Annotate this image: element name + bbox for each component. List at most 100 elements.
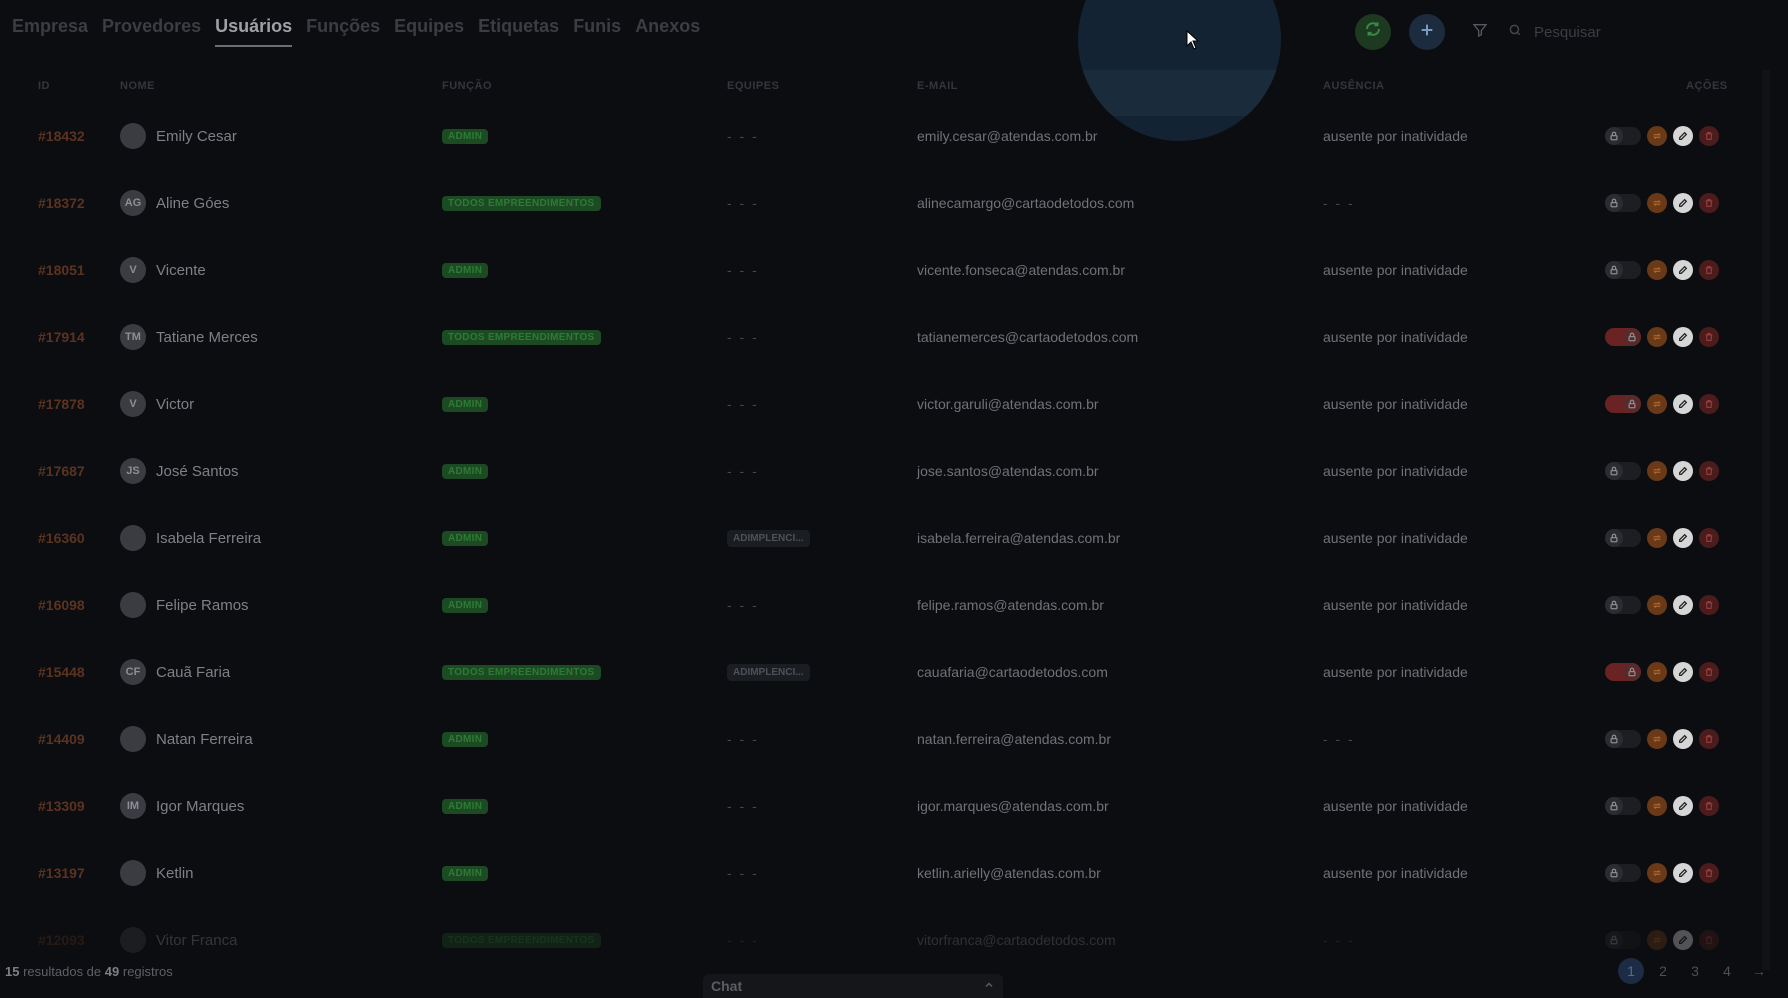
trash-icon[interactable] <box>1699 126 1719 146</box>
transfer-icon[interactable] <box>1647 461 1667 481</box>
tab-5[interactable]: Etiquetas <box>478 14 559 47</box>
lock-icon <box>1605 462 1623 480</box>
trash-icon[interactable] <box>1699 327 1719 347</box>
status-toggle[interactable] <box>1605 864 1641 882</box>
table-row[interactable]: #16360 Isabela Ferreira ADMIN ADIMPLENCI...… <box>0 518 1760 558</box>
transfer-icon[interactable] <box>1647 394 1667 414</box>
status-toggle[interactable] <box>1605 328 1641 346</box>
edit-icon[interactable] <box>1673 729 1693 749</box>
tab-0[interactable]: Empresa <box>12 14 88 47</box>
status-toggle[interactable] <box>1605 596 1641 614</box>
table-row[interactable]: #17878 V Victor ADMIN - - - victor.garuli@ate… <box>0 384 1760 424</box>
edit-icon[interactable] <box>1673 260 1693 280</box>
transfer-icon[interactable] <box>1647 126 1667 146</box>
transfer-icon[interactable] <box>1647 662 1667 682</box>
transfer-icon[interactable] <box>1647 729 1667 749</box>
team-cell: - - - <box>727 853 759 893</box>
user-name: Aline Góes <box>156 194 230 212</box>
transfer-icon[interactable] <box>1647 260 1667 280</box>
page-4[interactable]: 4 <box>1714 958 1740 984</box>
tab-1[interactable]: Provedores <box>102 14 201 47</box>
table-row[interactable]: #13197 Ketlin ADMIN - - - ketlin.arielly@ate… <box>0 853 1760 893</box>
edit-icon[interactable] <box>1673 394 1693 414</box>
status-toggle[interactable] <box>1605 730 1641 748</box>
next-page-arrow-icon[interactable]: → <box>1746 958 1772 984</box>
filter-button[interactable] <box>1465 14 1495 50</box>
status-toggle[interactable] <box>1605 261 1641 279</box>
table-row[interactable]: #14409 Natan Ferreira ADMIN - - - natan.ferr… <box>0 719 1760 759</box>
user-email: tatianemerces@cartaodetodos.com <box>917 329 1139 345</box>
add-user-button[interactable] <box>1409 14 1445 50</box>
edit-icon[interactable] <box>1673 461 1693 481</box>
role-badge: TODOS EMPREENDIMENTOS <box>442 329 601 345</box>
row-actions <box>1605 183 1719 223</box>
table-row[interactable]: #16098 Felipe Ramos ADMIN - - - felipe.ramos… <box>0 585 1760 625</box>
tab-6[interactable]: Funis <box>573 14 621 47</box>
col-role: FUNÇÃO <box>442 80 493 92</box>
status-toggle[interactable] <box>1605 127 1641 145</box>
edit-icon[interactable] <box>1673 193 1693 213</box>
page-1[interactable]: 1 <box>1618 958 1644 984</box>
transfer-icon[interactable] <box>1647 863 1667 883</box>
transfer-icon[interactable] <box>1647 796 1667 816</box>
status-toggle[interactable] <box>1605 797 1641 815</box>
team-cell: - - - <box>727 116 759 156</box>
trash-icon[interactable] <box>1699 729 1719 749</box>
transfer-icon[interactable] <box>1647 930 1667 950</box>
table-row[interactable]: #18372 AG Aline Góes TODOS EMPREENDIMENTOS -… <box>0 183 1760 223</box>
transfer-icon[interactable] <box>1647 528 1667 548</box>
user-name: Natan Ferreira <box>156 730 253 748</box>
edit-icon[interactable] <box>1673 930 1693 950</box>
col-absence: AUSÊNCIA <box>1323 80 1385 92</box>
table-row[interactable]: #13309 IM Igor Marques ADMIN - - - igor.marqu… <box>0 786 1760 826</box>
trash-icon[interactable] <box>1699 260 1719 280</box>
trash-icon[interactable] <box>1699 662 1719 682</box>
trash-icon[interactable] <box>1699 461 1719 481</box>
lock-icon <box>1623 395 1641 413</box>
table-row[interactable]: #18051 V Vicente ADMIN - - - vicente.fonseca@… <box>0 250 1760 290</box>
table-row[interactable]: #17687 JS José Santos ADMIN - - - jose.santos… <box>0 451 1760 491</box>
status-toggle[interactable] <box>1605 663 1641 681</box>
edit-icon[interactable] <box>1673 662 1693 682</box>
search-input[interactable] <box>1532 22 1736 42</box>
tab-4[interactable]: Equipes <box>394 14 464 47</box>
table-row[interactable]: #15448 CF Cauã Faria TODOS EMPREENDIMENTOS A… <box>0 652 1760 692</box>
table-row[interactable]: #17914 TM Tatiane Merces TODOS EMPREENDIMEN… <box>0 317 1760 357</box>
edit-icon[interactable] <box>1673 528 1693 548</box>
user-absence: - - - <box>1323 932 1355 948</box>
table-row[interactable]: #18432 Emily Cesar ADMIN - - - emily.cesar@a… <box>0 116 1760 156</box>
trash-icon[interactable] <box>1699 863 1719 883</box>
edit-icon[interactable] <box>1673 863 1693 883</box>
transfer-icon[interactable] <box>1647 327 1667 347</box>
status-toggle[interactable] <box>1605 462 1641 480</box>
status-toggle[interactable] <box>1605 529 1641 547</box>
row-actions <box>1605 920 1719 960</box>
edit-icon[interactable] <box>1673 595 1693 615</box>
transfer-icon[interactable] <box>1647 595 1667 615</box>
trash-icon[interactable] <box>1699 394 1719 414</box>
team-cell: ADIMPLENCI... <box>727 652 810 692</box>
transfer-icon[interactable] <box>1647 193 1667 213</box>
status-toggle[interactable] <box>1605 931 1641 949</box>
chat-panel-toggle[interactable]: Chat <box>703 974 1003 998</box>
tab-7[interactable]: Anexos <box>635 14 700 47</box>
trash-icon[interactable] <box>1699 193 1719 213</box>
edit-icon[interactable] <box>1673 327 1693 347</box>
table-row[interactable]: #12093 Vitor Franca TODOS EMPREENDIMENTOS -… <box>0 920 1760 960</box>
page-2[interactable]: 2 <box>1650 958 1676 984</box>
trash-icon[interactable] <box>1699 796 1719 816</box>
trash-icon[interactable] <box>1699 595 1719 615</box>
tab-2[interactable]: Usuários <box>215 14 293 47</box>
team-cell: ADIMPLENCI... <box>727 518 810 558</box>
trash-icon[interactable] <box>1699 528 1719 548</box>
tab-3[interactable]: Funções <box>306 14 380 47</box>
sync-button[interactable] <box>1355 14 1391 50</box>
edit-icon[interactable] <box>1673 796 1693 816</box>
trash-icon[interactable] <box>1699 930 1719 950</box>
edit-icon[interactable] <box>1673 126 1693 146</box>
page-3[interactable]: 3 <box>1682 958 1708 984</box>
status-toggle[interactable] <box>1605 194 1641 212</box>
status-toggle[interactable] <box>1605 395 1641 413</box>
scrollbar[interactable] <box>1762 70 1770 970</box>
user-name: Felipe Ramos <box>156 596 249 614</box>
